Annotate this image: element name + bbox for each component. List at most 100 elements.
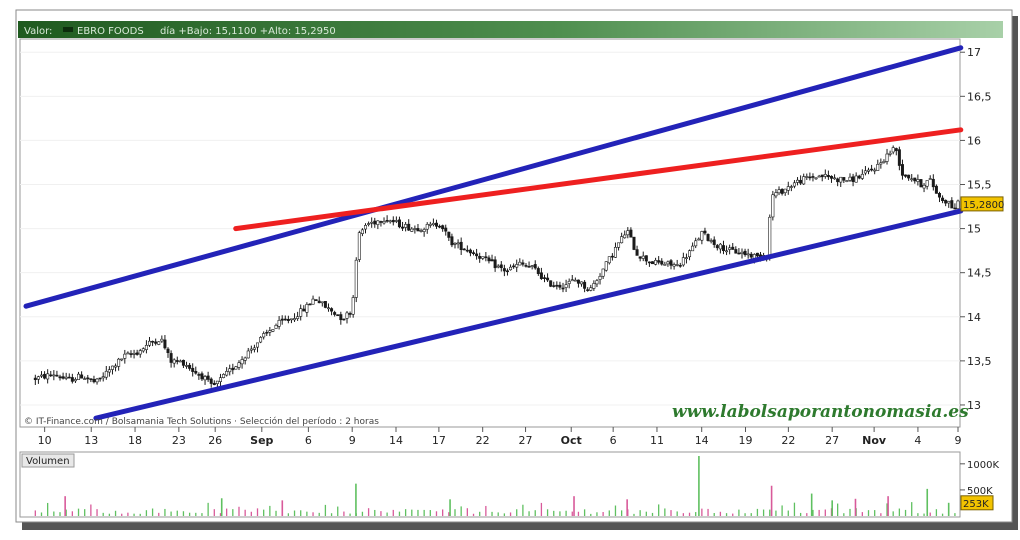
candle-body <box>796 179 800 183</box>
candle-body <box>61 376 65 379</box>
candle-body <box>431 223 435 226</box>
candle-body <box>502 268 506 272</box>
candle-body <box>505 270 509 273</box>
candle-body <box>348 313 352 315</box>
candle-body <box>888 152 892 155</box>
valor-label: Valor: <box>24 26 52 37</box>
candle-body <box>928 178 932 180</box>
candle-body <box>401 226 405 229</box>
candle-body <box>441 225 445 230</box>
candle-body <box>274 324 278 329</box>
candle-body <box>376 220 380 225</box>
candle-body <box>370 221 374 224</box>
candle-body <box>326 307 330 310</box>
candle-body <box>792 182 796 187</box>
candle-body <box>697 238 701 241</box>
candle-body <box>101 376 105 379</box>
candle-body <box>808 176 812 179</box>
candle-body <box>354 259 358 298</box>
candle-body <box>684 257 688 259</box>
candle-body <box>314 299 318 301</box>
candle-body <box>382 221 386 224</box>
date-tick-label: 14 <box>389 434 403 447</box>
candle-body <box>558 284 562 288</box>
candle-body <box>484 256 488 259</box>
candle-body <box>904 174 908 177</box>
candle-body <box>178 360 182 363</box>
candle-body <box>913 177 917 182</box>
candle-body <box>811 176 815 178</box>
candle-body <box>783 188 787 194</box>
candle-body <box>564 284 568 288</box>
candle-body <box>854 175 858 183</box>
candle-body <box>777 189 781 194</box>
candle-body <box>163 339 167 349</box>
candle-body <box>265 331 269 334</box>
last-price-marker: 15,2800 <box>960 196 1004 212</box>
candle-body <box>755 252 759 257</box>
candle-body <box>694 240 698 247</box>
candle-body <box>833 177 837 180</box>
candle-body <box>388 220 392 223</box>
volume-tick-label: 1000K <box>967 460 999 471</box>
candle-body <box>768 216 772 258</box>
price-tick-label: 16 <box>967 134 981 147</box>
candle-body <box>89 378 93 380</box>
candle-body <box>944 199 948 204</box>
candle-body <box>308 303 312 306</box>
candle-body <box>706 234 710 241</box>
candle-body <box>397 219 401 228</box>
candle-body <box>743 250 747 256</box>
candle-body <box>589 287 593 291</box>
candle-body <box>666 261 670 265</box>
candle-body <box>330 308 334 312</box>
candle-body <box>52 374 56 377</box>
last-volume-marker: 253K <box>960 495 994 511</box>
date-tick-label: 26 <box>208 434 222 447</box>
candle-body <box>373 220 377 225</box>
candle-body <box>453 243 457 245</box>
candle-body <box>67 376 71 379</box>
candle-body <box>169 353 173 363</box>
candle-body <box>512 265 516 268</box>
candle-body <box>725 250 729 253</box>
candle-body <box>172 359 176 364</box>
candle-body <box>675 264 679 266</box>
candle-body <box>610 255 614 258</box>
candle-body <box>357 232 361 260</box>
candle-body <box>814 177 818 180</box>
candle-body <box>104 370 108 378</box>
candle-body <box>185 365 189 367</box>
candle-body <box>700 231 704 241</box>
candle-body <box>681 257 685 266</box>
candle-body <box>771 194 775 218</box>
date-tick-label: 19 <box>739 434 753 447</box>
candle-body <box>919 179 923 188</box>
candle-body <box>879 162 883 165</box>
candle-body <box>925 180 929 187</box>
candle-body <box>419 230 423 232</box>
date-tick-label: 11 <box>650 434 664 447</box>
candle-body <box>212 382 216 386</box>
candle-body <box>882 161 886 163</box>
candle-body <box>305 304 309 313</box>
candle-body <box>496 265 500 268</box>
date-tick-label: 22 <box>476 434 490 447</box>
candle-body <box>339 314 343 321</box>
candle-body <box>299 308 303 317</box>
candle-body <box>345 312 349 319</box>
candle-body <box>561 287 565 290</box>
candle-body <box>530 265 534 267</box>
candle-body <box>98 377 102 380</box>
candle-body <box>166 348 170 353</box>
candle-body <box>586 289 590 291</box>
candle-body <box>259 337 263 343</box>
date-tick-label: 6 <box>610 434 617 447</box>
candle-body <box>817 175 821 178</box>
candle-body <box>123 353 127 359</box>
date-tick-label: 18 <box>128 434 142 447</box>
candle-body <box>191 367 195 372</box>
candle-body <box>468 249 472 254</box>
candle-body <box>805 176 809 178</box>
candle-body <box>721 245 725 252</box>
